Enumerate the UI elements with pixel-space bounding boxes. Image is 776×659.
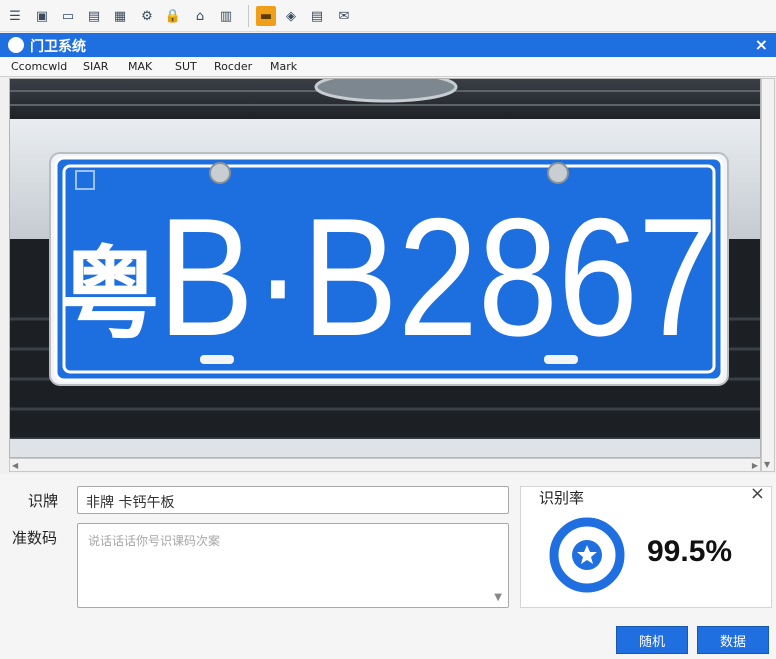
bicycle-icon[interactable]: ⚙ <box>137 6 157 26</box>
plate-number: B·B2867 <box>158 183 718 371</box>
highlight-icon[interactable]: ▬ <box>256 6 276 26</box>
camera-image-view: 粤 B·B2867 <box>9 78 761 458</box>
table-icon[interactable]: ▦ <box>110 6 130 26</box>
scroll-down-arrow-icon[interactable]: ▼ <box>764 460 770 469</box>
window-title: 门卫系统 <box>30 39 86 55</box>
menu-item-0[interactable]: Ccomcwld <box>11 60 67 73</box>
close-card-button[interactable]: × <box>750 483 765 504</box>
menubar: Ccomcwld SIAR MAK SUT Rocder Mark <box>0 57 776 77</box>
code-placeholder: 说话话话你号识课码次案 <box>88 534 221 548</box>
diamond-icon[interactable]: ◈ <box>281 6 301 26</box>
random-button[interactable]: 随机 <box>616 626 688 654</box>
plate-label: 识牌 <box>28 492 59 510</box>
lock-icon[interactable]: 🔒 <box>163 6 183 26</box>
data-button[interactable]: 数据 <box>697 626 769 654</box>
plate-bolt-icon <box>209 162 231 184</box>
menu-item-3[interactable]: SUT <box>175 60 197 73</box>
plate-input-value: 非牌 卡钙午板 <box>86 495 175 511</box>
camera-image: 粤 B·B2867 <box>10 79 760 457</box>
toolbar-separator <box>248 5 249 27</box>
menu-item-1[interactable]: SIAR <box>83 60 108 73</box>
mail-icon[interactable]: ✉ <box>334 6 354 26</box>
scroll-left-arrow-icon[interactable]: ◀ <box>12 461 18 470</box>
menu-item-4[interactable]: Rocder <box>214 60 252 73</box>
menu-item-2[interactable]: MAK <box>128 60 152 73</box>
dropdown-arrow-icon[interactable]: ▼ <box>494 592 502 603</box>
home-icon[interactable]: ⌂ <box>190 6 210 26</box>
document-icon[interactable]: ▤ <box>84 6 104 26</box>
window-titlebar: 门卫系统 × <box>0 33 776 57</box>
scroll-right-arrow-icon[interactable]: ▶ <box>752 461 758 470</box>
monitor-icon[interactable]: ▭ <box>58 6 78 26</box>
vertical-scrollbar[interactable]: ▼ <box>761 78 775 472</box>
plate-province: 粤 <box>60 236 160 353</box>
rate-gauge-icon <box>549 517 625 593</box>
rate-title: 识别率 <box>539 489 585 507</box>
plate-bolt-icon <box>547 162 569 184</box>
code-label: 准数码 <box>12 529 58 547</box>
toolbar: ☰ ▣ ▭ ▤ ▦ ⚙ 🔒 ⌂ ▥ ▬ ◈ ▤ ✉ <box>0 0 776 32</box>
clipboard-icon[interactable]: ▤ <box>307 6 327 26</box>
archive-icon[interactable]: ▥ <box>216 6 236 26</box>
recognition-rate-card: 识别率 × 99.5% <box>520 483 772 608</box>
menu-item-5[interactable]: Mark <box>270 60 297 73</box>
horizontal-scrollbar[interactable]: ◀ ▶ <box>9 458 761 472</box>
plate-input[interactable]: 非牌 卡钙午板 <box>77 486 509 514</box>
code-textarea[interactable]: 说话话话你号识课码次案 ▼ <box>77 523 509 608</box>
app-logo-icon <box>8 37 24 53</box>
id-card-icon[interactable]: ▣ <box>32 6 52 26</box>
close-window-button[interactable]: × <box>755 35 768 54</box>
list-icon[interactable]: ☰ <box>5 6 25 26</box>
rate-value: 99.5% <box>647 535 733 568</box>
